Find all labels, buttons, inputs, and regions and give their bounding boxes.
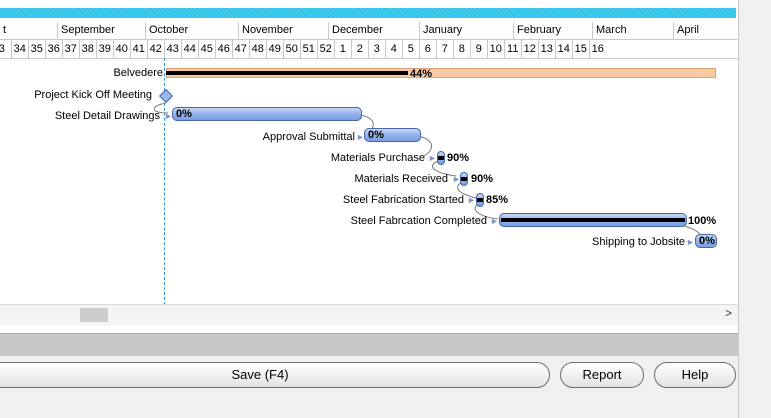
scrollbar-thumb[interactable] [80, 308, 108, 322]
percent-complete: 85% [486, 194, 509, 206]
progress-fill [461, 177, 467, 181]
week-cell: 1 [334, 40, 351, 58]
week-cell: 6 [419, 40, 436, 58]
week-cell: 51 [300, 40, 317, 58]
progress-fill [438, 156, 444, 160]
week-cell: 42 [147, 40, 164, 58]
task-label[interactable]: Belvedere [113, 66, 163, 80]
week-cell: 49 [266, 40, 283, 58]
week-cell: 43 [164, 40, 181, 58]
week-cell: 11 [504, 40, 521, 58]
percent-complete: 0% [699, 235, 715, 247]
horizontal-scrollbar[interactable]: > [0, 304, 738, 325]
week-cell: 41 [130, 40, 147, 58]
week-cell: 45 [198, 40, 215, 58]
task-label[interactable]: Materials Received [354, 172, 448, 186]
scroll-right-arrow-icon[interactable]: > [725, 306, 732, 320]
week-cell: 8 [453, 40, 470, 58]
right-panel-gutter [738, 0, 771, 418]
timeline-header-strip [0, 8, 736, 18]
week-cell: 3 [0, 43, 5, 55]
report-button[interactable]: Report [560, 362, 644, 388]
week-cell: 14 [555, 40, 572, 58]
month-cell: March [592, 22, 676, 39]
week-cell: 10 [487, 40, 504, 58]
progress-fill [477, 198, 483, 202]
task-bar[interactable] [172, 107, 362, 121]
task-label[interactable]: Materials Purchase [331, 151, 425, 165]
percent-complete: 100% [688, 215, 717, 227]
month-cell: February [513, 22, 595, 39]
percent-complete: 90% [471, 173, 494, 185]
month-cell: September [57, 22, 149, 39]
week-cell: 7 [436, 40, 453, 58]
task-label[interactable]: Shipping to Jobsite [592, 235, 685, 249]
dependency-arrow-icon: ► [428, 153, 437, 163]
percent-complete: 44% [410, 68, 433, 80]
week-cell: 2 [351, 40, 368, 58]
week-cell: 37 [62, 40, 79, 58]
progress-fill [501, 218, 685, 222]
save-button[interactable]: Save (F4) [0, 362, 550, 388]
week-cell: 16 [589, 40, 606, 58]
task-label[interactable]: Project Kick Off Meeting [34, 88, 152, 102]
week-cell: 3 [368, 40, 385, 58]
task-label[interactable]: Approval Submittal [263, 130, 355, 144]
week-cell: 50 [283, 40, 300, 58]
week-cell: 39 [96, 40, 113, 58]
week-cell: 52 [317, 40, 334, 58]
week-cell: 48 [249, 40, 266, 58]
percent-complete: 90% [447, 152, 470, 164]
month-cell: December [328, 22, 420, 39]
month-cell: April [673, 22, 737, 39]
week-cell: 12 [521, 40, 538, 58]
dependency-arrow-icon: ► [467, 195, 476, 205]
week-cell: 40 [113, 40, 130, 58]
percent-complete: 0% [176, 108, 192, 120]
week-cell: 35 [28, 40, 45, 58]
task-label[interactable]: Steel Detail Drawings [55, 109, 160, 123]
percent-complete: 0% [368, 129, 384, 141]
status-strip [0, 333, 738, 356]
month-cell: November [238, 22, 330, 39]
week-cell: 44 [181, 40, 198, 58]
progress-fill [166, 71, 408, 75]
month-cell: t [3, 24, 7, 36]
week-cell: 4 [385, 40, 402, 58]
week-cell: 5 [402, 40, 419, 58]
week-cell: 47 [232, 40, 249, 58]
week-cell: 15 [572, 40, 589, 58]
milestone-diamond-icon[interactable] [158, 88, 174, 104]
dependency-arrow-icon: ► [490, 216, 499, 226]
week-cell: 38 [79, 40, 96, 58]
task-label[interactable]: Steel Fabrication Started [343, 193, 464, 207]
month-row: t September October November December Ja… [0, 22, 738, 40]
week-cell: 34 [11, 40, 28, 58]
dependency-arrow-icon: ► [686, 237, 695, 247]
help-button[interactable]: Help [654, 362, 736, 388]
week-cell: 9 [470, 40, 487, 58]
week-cell: 13 [538, 40, 555, 58]
week-cell: 46 [215, 40, 232, 58]
task-label[interactable]: Steel Fabrcation Completed [351, 214, 487, 228]
month-cell: October [145, 22, 239, 39]
month-cell: January [419, 22, 515, 39]
week-cell: 36 [45, 40, 62, 58]
gantt-chart[interactable]: t September October November December Ja… [0, 0, 738, 333]
week-row: 3 34 35 36 37 38 39 40 41 42 43 44 45 46… [0, 40, 738, 59]
